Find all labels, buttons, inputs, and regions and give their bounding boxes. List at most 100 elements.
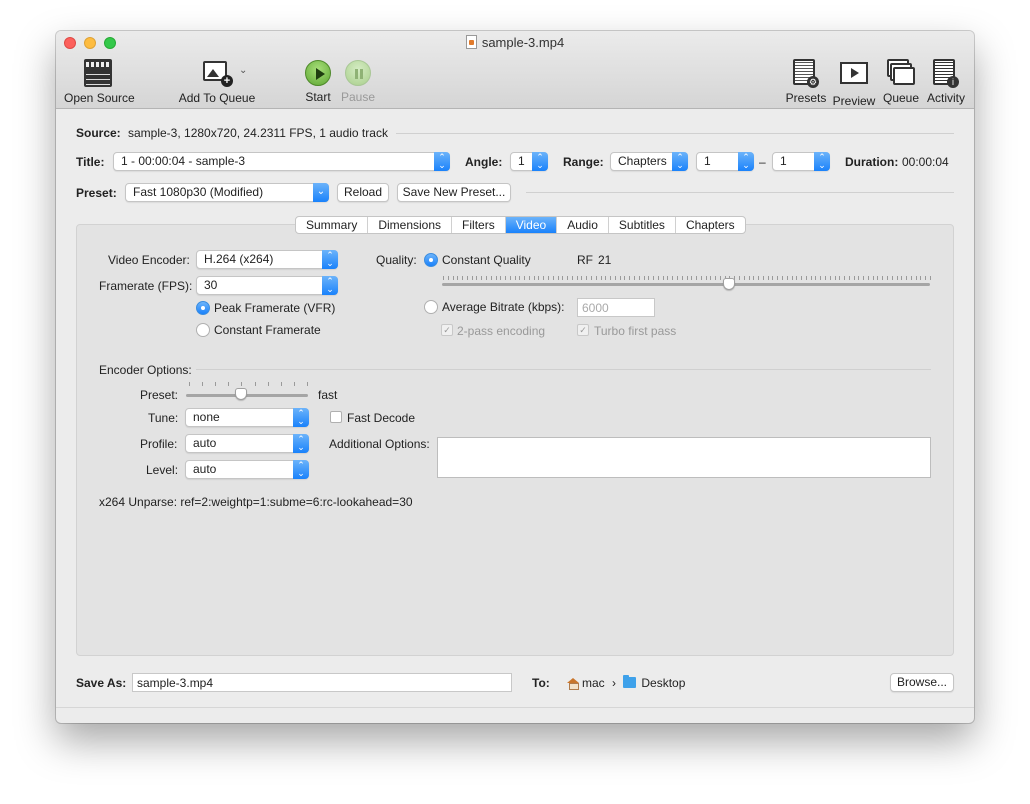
rf-tick [691,276,693,280]
rf-tick [867,276,869,280]
rf-tick [605,276,607,280]
range-end-select[interactable]: 1 ⌃ ⌄ [772,152,830,171]
rf-tick [581,276,583,280]
tab-subtitles[interactable]: Subtitles [607,217,675,233]
tab-video[interactable]: Video [504,217,557,233]
tab-filters[interactable]: Filters [451,217,505,233]
duration-value: 00:00:04 [902,155,949,169]
rf-tick [882,276,884,280]
constant-quality-radio[interactable] [424,253,438,267]
rf-tick [753,276,755,280]
browse-button[interactable]: Browse... [890,673,954,692]
window-title: sample-3.mp4 [56,35,974,50]
x264-unparse-text: x264 Unparse: ref=2:weightp=1:subme=6:rc… [99,495,413,509]
rf-tick [595,276,597,280]
turbo-first-pass-checkbox[interactable]: ✓ [577,324,589,336]
start-button[interactable]: Start [301,59,335,104]
constant-framerate-radio[interactable] [196,323,210,337]
tab-audio[interactable]: Audio [556,217,608,233]
preset-tick [307,382,308,386]
rf-tick [576,276,578,280]
presets-label: Presets [785,91,827,105]
range-separator: – [759,155,766,169]
framerate-select[interactable]: 30 ⌃ ⌄ [196,276,338,295]
angle-label: Angle: [465,155,503,169]
bitrate-input[interactable] [577,298,655,317]
pause-button[interactable]: Pause [339,59,377,104]
reload-preset-button[interactable]: Reload [337,183,389,202]
title-select[interactable]: 1 - 00:00:04 - sample-3 ⌃ ⌄ [113,152,450,171]
level-select[interactable]: auto ⌃ ⌄ [185,460,309,479]
rf-tick [829,276,831,280]
preset-tick [267,382,269,386]
rf-slider-track[interactable] [442,283,930,286]
pause-icon [345,60,371,86]
activity-button[interactable]: i Activity [925,59,967,105]
title-label: Title: [76,155,105,169]
rf-tick [906,276,908,280]
destination-path[interactable]: mac › Desktop [567,675,685,690]
presets-button[interactable]: ⚙ Presets [785,59,827,105]
rf-tick [648,276,650,280]
rf-tick [452,276,454,280]
add-to-queue-menu-chevron-icon[interactable]: ⌄ [239,65,247,76]
rf-tick [519,276,521,280]
two-pass-checkbox[interactable]: ✓ [441,324,453,336]
average-bitrate-label: Average Bitrate (kbps): [442,300,565,314]
rf-tick [481,276,483,280]
preset-select[interactable]: Fast 1080p30 (Modified) ⌄ [125,183,329,202]
additional-options-textarea[interactable] [437,437,931,478]
rf-tick [887,276,889,280]
clapperboard-icon [84,59,112,87]
profile-value: auto [193,436,217,450]
rf-tick [858,276,860,280]
average-bitrate-radio[interactable] [424,300,438,314]
preview-button[interactable]: Preview [832,59,876,108]
rf-tick [719,276,721,280]
queue-stack-icon [887,59,915,87]
tab-dimensions[interactable]: Dimensions [367,217,451,233]
rf-tick [676,276,678,280]
rf-label: RF [577,253,593,267]
encoder-preset-slider-track[interactable] [186,394,308,397]
source-label: Source: [76,126,121,140]
rf-tick [490,276,492,280]
add-to-queue-label: Add To Queue [178,91,256,105]
rf-slider-thumb[interactable] [723,278,736,290]
range-start-value: 1 [704,154,711,168]
rf-tick [896,276,898,280]
queue-button[interactable]: Queue [881,59,921,105]
profile-select[interactable]: auto ⌃ ⌄ [185,434,309,453]
pause-label: Pause [340,90,376,104]
rf-tick [672,276,674,280]
range-type-select[interactable]: Chapters ⌃ ⌄ [610,152,688,171]
title-select-value: 1 - 00:00:04 - sample-3 [121,154,246,168]
path-home: mac [582,676,605,690]
rf-tick [509,276,511,280]
up-down-chevron-icon: ⌃ ⌄ [672,152,688,171]
rf-tick [681,276,683,280]
preset-select-value: Fast 1080p30 (Modified) [133,185,264,199]
angle-select[interactable]: 1 ⌃ ⌄ [510,152,548,171]
open-source-button[interactable]: Open Source [64,59,135,105]
tune-select[interactable]: none ⌃ ⌄ [185,408,309,427]
tab-chapters[interactable]: Chapters [674,217,745,233]
rf-tick [758,276,760,280]
peak-framerate-radio[interactable] [196,301,210,315]
rf-tick [533,276,535,280]
range-start-select[interactable]: 1 ⌃ ⌄ [696,152,754,171]
save-as-filename-input[interactable] [132,673,512,692]
encoder-preset-value: fast [318,388,338,402]
up-down-chevron-icon: ⌃ ⌄ [322,250,338,269]
rf-tick [820,276,822,280]
rf-tick [762,276,764,280]
range-end-value: 1 [780,154,787,168]
rf-tick [447,276,449,280]
level-label: Level: [146,463,179,477]
fast-decode-checkbox[interactable] [330,411,342,423]
video-encoder-select[interactable]: H.264 (x264) ⌃ ⌄ [196,250,338,269]
tab-summary[interactable]: Summary [296,217,367,233]
rf-tick [824,276,826,280]
up-down-chevron-icon: ⌃ ⌄ [434,152,450,171]
save-new-preset-button[interactable]: Save New Preset... [397,183,511,202]
